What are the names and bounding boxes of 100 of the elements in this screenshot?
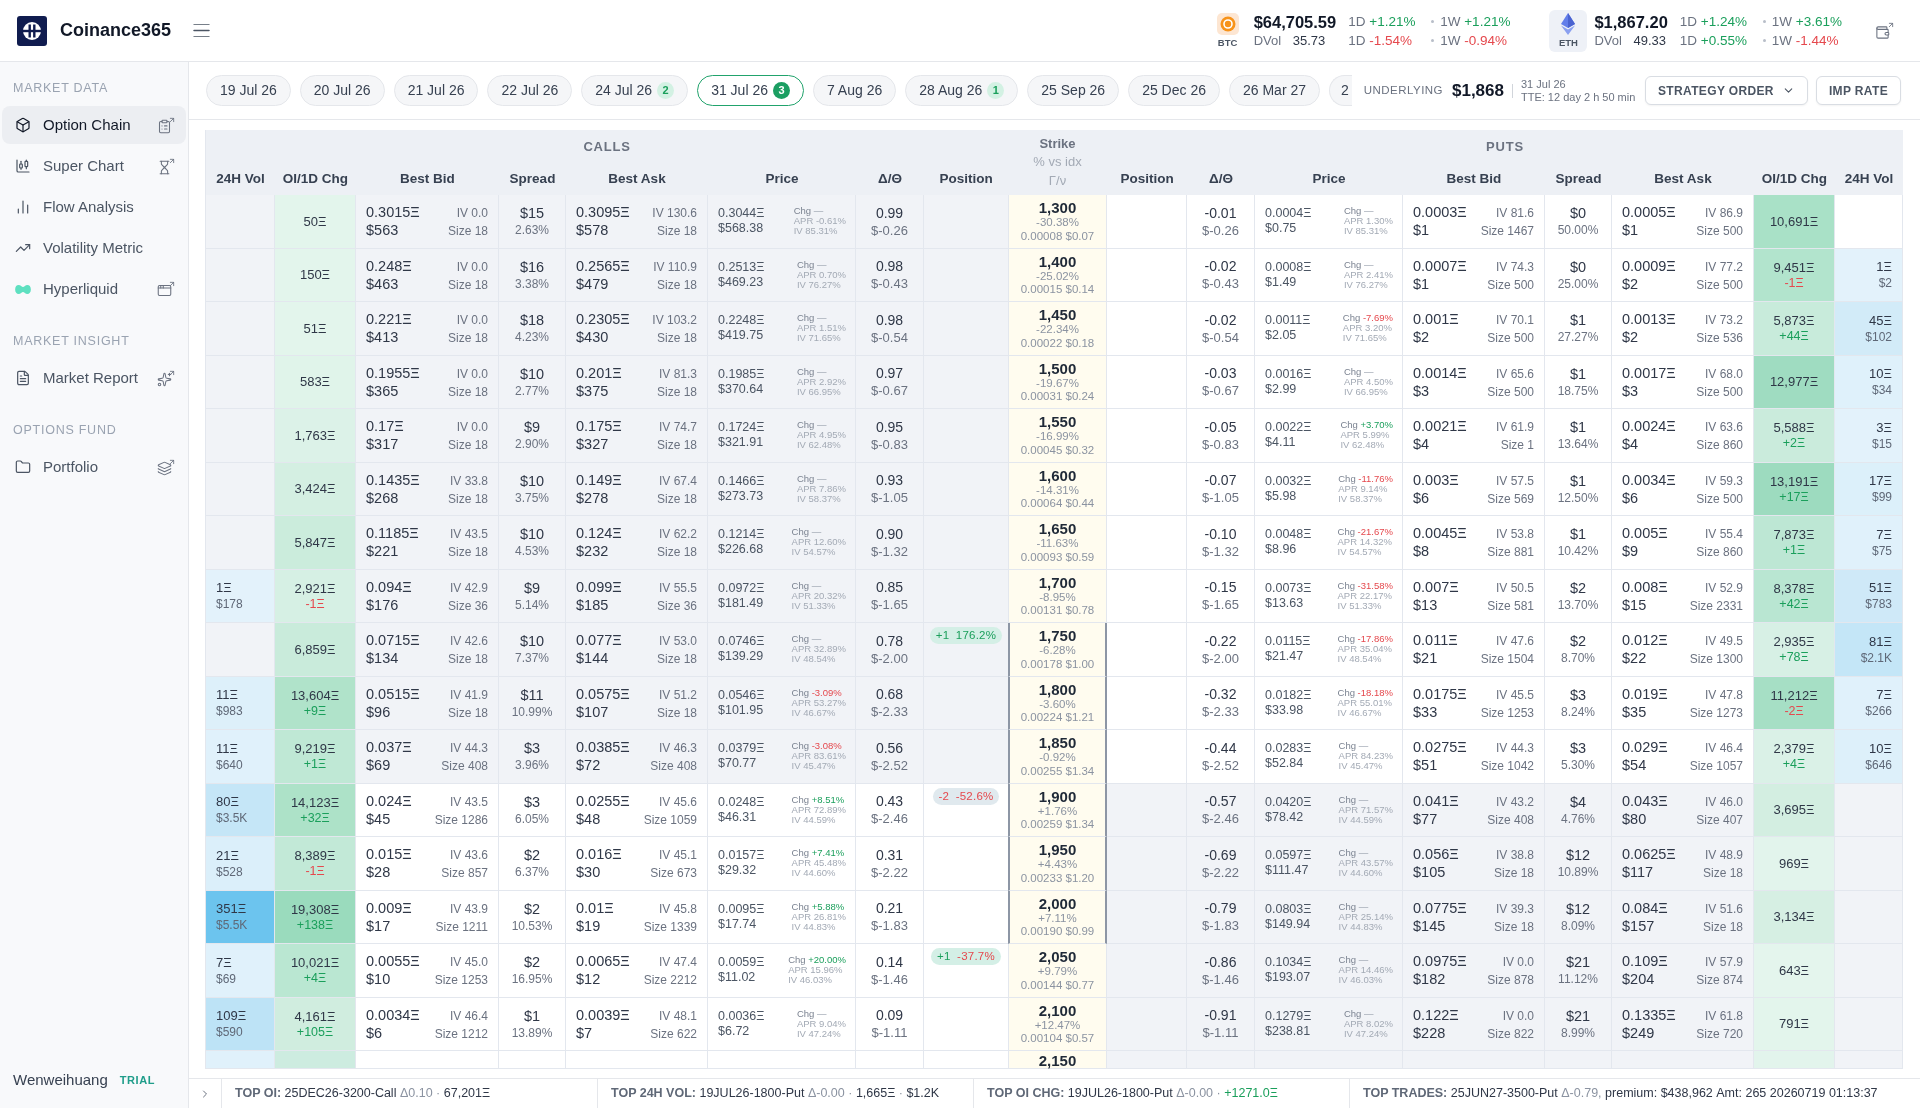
gamma-vega-value: 0.00045 $0.32 <box>1020 443 1095 458</box>
spread-percent: 11.12% <box>1558 971 1598 988</box>
apr-value: APR 1.51% <box>796 323 846 334</box>
apr-value: APR 1.30% <box>1343 216 1393 227</box>
nav-item[interactable]: Market Report <box>2 359 186 397</box>
nav-item[interactable]: Volatility Metric <box>2 229 186 267</box>
bid-price: 0.0003Ξ <box>1413 203 1467 222</box>
imp-rate-button[interactable]: IMP RATE <box>1815 76 1901 105</box>
spread-usd: $4 <box>1569 792 1587 811</box>
hourglass-popout-icon[interactable] <box>157 157 176 175</box>
sparkle-popout-icon[interactable] <box>157 369 176 387</box>
mark-iv: IV 85.31% <box>1343 226 1388 237</box>
date-tab[interactable]: 20 Jul 26 <box>299 75 385 106</box>
ask-price: 0.0625Ξ <box>1622 845 1676 864</box>
ask-price: 0.084Ξ <box>1622 898 1668 917</box>
volume-amount: 10Ξ <box>1869 365 1892 383</box>
bid-price: 0.094Ξ <box>366 577 412 596</box>
price-change: Chg — <box>796 1008 827 1019</box>
status-stat: TOP OI: 25DEC26-3200-Call Δ0.10 · 67,201Ξ <box>235 1085 491 1103</box>
strike-price: 1,950 <box>1038 841 1077 859</box>
date-tab[interactable]: 25 Sep 26 <box>1027 75 1120 106</box>
change-reading: 1D +1.24% <box>1679 12 1747 30</box>
mark-iv: IV 58.37% <box>796 493 841 504</box>
strike-price: 1,750 <box>1038 627 1077 645</box>
ask-iv: IV 47.8 <box>1704 686 1743 703</box>
price-change: Chg — <box>1338 848 1369 859</box>
ask-size: Size 860 <box>1696 544 1743 561</box>
apr-value: APR 32.89% <box>791 644 846 655</box>
mark-price: 0.0420Ξ <box>1265 794 1312 810</box>
volume-usd: $102 <box>1865 328 1892 345</box>
volume-usd: $99 <box>1871 489 1892 506</box>
date-tab[interactable]: 31 Jul 26 3 <box>697 75 804 106</box>
price-change: Chg -11.76% <box>1338 473 1393 484</box>
mark-price: 0.1985Ξ <box>718 366 765 382</box>
date-tab[interactable]: 26 Mar 27 <box>1229 75 1321 106</box>
open-interest-change: +44Ξ <box>1779 329 1809 345</box>
date-tab[interactable]: 25 Dec 26 <box>1128 75 1220 106</box>
ask-iv: IV 130.6 <box>652 205 697 222</box>
wallet-popout-icon[interactable] <box>1875 21 1895 40</box>
date-tab[interactable]: 2 <box>1329 75 1352 106</box>
date-tab[interactable]: 7 Aug 26 <box>812 75 897 106</box>
asset-price: $64,705.59 <box>1253 12 1337 32</box>
nav-item[interactable]: Portfolio <box>2 448 186 486</box>
window-popout-icon[interactable] <box>157 280 176 298</box>
apr-value: APR 4.50% <box>1343 376 1393 387</box>
ask-iv: IV 61.8 <box>1704 1007 1743 1024</box>
apr-value: APR 45.48% <box>791 858 846 869</box>
nav-item[interactable]: Super Chart <box>2 147 186 185</box>
date-tab[interactable]: 28 Aug 26 1 <box>905 75 1019 106</box>
ask-iv: IV 53.0 <box>658 633 697 650</box>
bid-iv: IV 0.0 <box>456 312 488 329</box>
logo-icon <box>17 15 47 46</box>
delta-value: -0.91 <box>1204 1006 1237 1025</box>
date-tab[interactable]: 24 Jul 26 2 <box>581 75 689 106</box>
open-interest-value: 969Ξ <box>1778 854 1810 872</box>
clipboard-popout-icon[interactable] <box>157 116 176 134</box>
nav-item[interactable]: Hyperliquid <box>2 270 186 308</box>
ask-price: 0.016Ξ <box>576 845 622 864</box>
asset-tab[interactable]: BTC <box>1208 9 1247 52</box>
nav-item[interactable]: Flow Analysis <box>2 188 186 226</box>
bid-size: Size 18 <box>447 276 488 293</box>
date-tab[interactable]: 19 Jul 26 <box>206 75 291 106</box>
bid-size: Size 581 <box>1487 597 1534 614</box>
date-tab[interactable]: 21 Jul 26 <box>393 75 479 106</box>
theta-value: $-0.83 <box>871 435 908 453</box>
apr-value: APR 7.86% <box>796 483 846 494</box>
ask-iv: IV 51.6 <box>1704 900 1743 917</box>
layers-popout-icon[interactable] <box>157 458 176 476</box>
bid-usd: $413 <box>366 328 399 347</box>
open-interest-value: 10,691Ξ <box>1769 212 1819 230</box>
gamma-vega-value: 0.00178 $1.00 <box>1020 657 1095 672</box>
bid-iv: IV 39.3 <box>1495 900 1534 917</box>
menu-icon[interactable] <box>193 24 210 37</box>
mark-price-usd: $70.77 <box>718 756 758 772</box>
spread-usd: $0 <box>1569 257 1587 276</box>
bid-usd: $77 <box>1413 809 1438 828</box>
open-interest-change: +4Ξ <box>1782 757 1806 773</box>
delta-value: -0.10 <box>1204 524 1237 543</box>
strike-percent-vs-index: -11.63% <box>1036 537 1079 551</box>
mark-iv: IV 44.59% <box>1338 814 1383 825</box>
spread-usd: $10 <box>519 364 545 383</box>
app-name: Coinance365 <box>60 19 172 42</box>
bid-size: Size 1042 <box>1480 758 1534 775</box>
bid-price: 0.056Ξ <box>1413 845 1459 864</box>
mark-price: 0.0248Ξ <box>718 794 765 810</box>
bid-iv: IV 53.8 <box>1495 526 1534 543</box>
date-tab[interactable]: 22 Jul 26 <box>487 75 573 106</box>
nav-item[interactable]: Option Chain <box>2 106 186 144</box>
theta-value: $-1.32 <box>871 542 908 560</box>
volume-usd: $2 <box>1878 275 1892 292</box>
strike-percent-vs-index: -0.92% <box>1039 751 1076 765</box>
strategy-dropdown[interactable]: STRATEGY ORDER <box>1644 76 1808 105</box>
gamma-vega-value: 0.00144 $0.77 <box>1020 978 1095 993</box>
ask-size: Size 1273 <box>1689 704 1743 721</box>
spread-percent: 8.09% <box>1561 917 1595 934</box>
bid-iv: IV 0.0 <box>456 205 488 222</box>
asset-tab[interactable]: ETH <box>1549 9 1588 52</box>
apr-value: APR 53.27% <box>791 697 846 708</box>
document-icon <box>15 370 31 386</box>
ask-iv: IV 48.9 <box>1704 847 1743 864</box>
